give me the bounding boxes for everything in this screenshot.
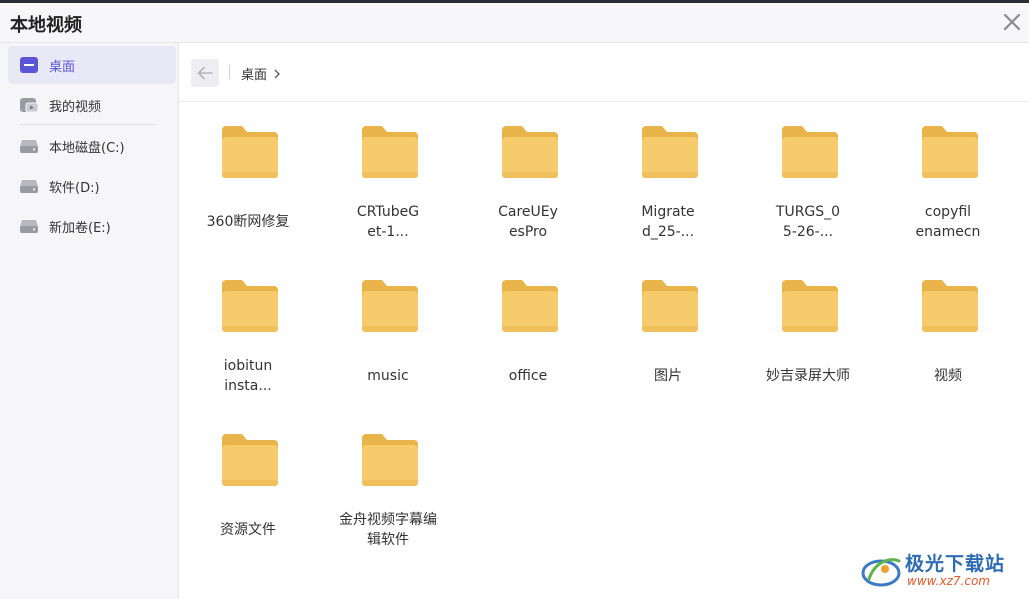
folder-icon [642,126,698,178]
sidebar-item-label: 本地磁盘(C:) [49,140,125,156]
folder-icon [362,434,418,486]
nav-separator [229,65,230,79]
drive-icon [19,176,39,196]
sidebar-item-drive-c[interactable]: 本地磁盘(C:) [8,127,176,165]
folder-item[interactable]: 金舟视频字幕编 辑软件 [328,410,448,550]
folder-item[interactable]: Migrate d_25-... [608,102,728,242]
folder-item[interactable]: CRTubeG et-1... [328,102,448,242]
folder-icon [922,126,978,178]
sidebar-item-my-videos[interactable]: 我的视频 [8,86,176,124]
folder-item[interactable]: 妙吉录屏大师 [748,256,868,396]
folder-name: 图片 [654,368,682,384]
drive-icon [19,216,39,236]
folder-name: 金舟视频字幕编 辑软件 [339,512,437,548]
sidebar-item-drive-d[interactable]: 软件(D:) [8,167,176,205]
navigation-bar: 桌面 [179,43,1029,102]
sidebar-item-label: 软件(D:) [49,180,100,196]
sidebar-item-drive-e[interactable]: 新加卷(E:) [8,207,176,245]
folder-name: 360断网修复 [206,214,290,230]
folder-name: 妙吉录屏大师 [766,368,850,384]
close-icon [1003,13,1021,31]
folder-name: TURGS_0 5-26-... [775,204,841,240]
folder-name: 视频 [934,368,962,384]
folder-icon [222,280,278,332]
watermark-url: www.xz7.com [907,574,990,588]
folder-grid: 360断网修复 CRTubeG et-1... CareUEy esPro Migr… [179,102,1029,599]
folder-item[interactable]: 图片 [608,256,728,396]
sidebar-item-label: 我的视频 [49,99,102,115]
desktop-icon [19,55,39,75]
folder-item[interactable]: music [328,256,448,396]
watermark: 极光下载站 www.xz7.com [861,549,1021,593]
video-drive-icon [19,95,39,115]
sidebar-item-label: 桌面 [49,59,76,75]
folder-item[interactable]: 360断网修复 [188,102,308,242]
drive-icon [19,136,39,156]
sidebar-item-desktop[interactable]: 桌面 [8,46,176,84]
folder-icon [502,280,558,332]
folder-item[interactable]: copyfil enamecn [888,102,1008,242]
folder-name: copyfil enamecn [915,204,981,240]
watermark-logo [861,558,901,587]
folder-item[interactable]: CareUEy esPro [468,102,588,242]
folder-name: 资源文件 [220,522,276,538]
folder-icon [362,280,418,332]
folder-name: CareUEy esPro [498,204,558,240]
folder-icon [782,280,838,332]
folder-icon [782,126,838,178]
breadcrumb[interactable]: 桌面 [241,64,281,83]
chevron-right-icon [273,69,281,79]
folder-icon [222,126,278,178]
sidebar: 桌面 我的视频 本地磁盘(C:) 软件(D:) 新加卷(E:) [0,43,179,599]
window-title: 本地视频 [10,15,82,36]
folder-name: office [508,368,548,384]
folder-icon [222,434,278,486]
folder-icon [642,280,698,332]
folder-item[interactable]: office [468,256,588,396]
sidebar-item-label: 新加卷(E:) [49,220,111,236]
folder-name: music [367,368,409,384]
watermark-name: 极光下载站 [905,553,1006,575]
arrow-left-icon [197,66,213,80]
folder-name: Migrate d_25-... [641,204,695,240]
folder-item[interactable]: TURGS_0 5-26-... [748,102,868,242]
folder-item[interactable]: 资源文件 [188,410,308,550]
title-bar: 本地视频 [0,3,1029,43]
folder-icon [502,126,558,178]
folder-icon [922,280,978,332]
folder-item[interactable]: 视频 [888,256,1008,396]
folder-name: CRTubeG et-1... [356,204,420,240]
folder-item[interactable]: iobitun insta... [188,256,308,396]
folder-name: iobitun insta... [223,358,273,394]
back-button[interactable] [191,59,219,87]
folder-icon [362,126,418,178]
sidebar-divider [20,124,155,125]
close-button[interactable] [999,9,1025,35]
breadcrumb-item: 桌面 [241,68,268,83]
